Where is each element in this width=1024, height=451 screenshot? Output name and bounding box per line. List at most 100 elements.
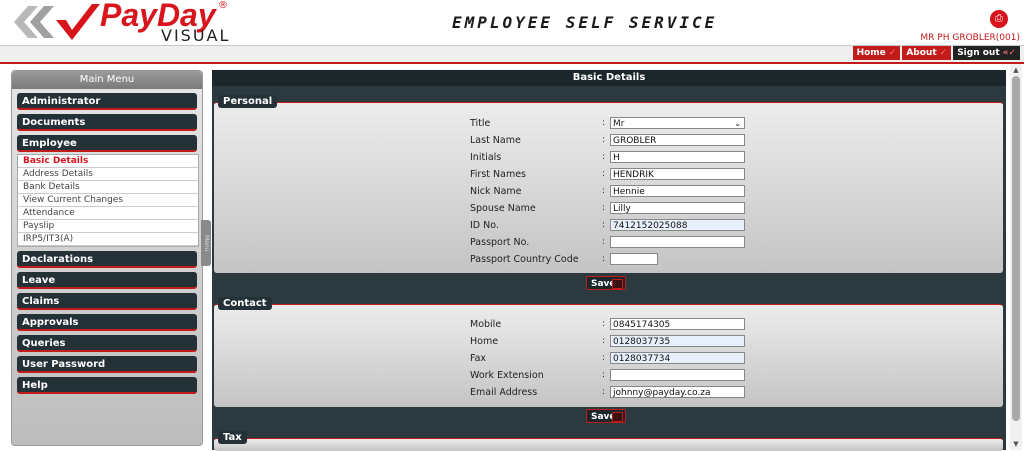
field-colon: : (602, 387, 606, 397)
submenu-item-attendance[interactable]: Attendance (18, 207, 198, 220)
printer-icon[interactable]: ⎙ (990, 10, 1008, 28)
field-spouse-name: Spouse Name: Lilly (470, 201, 745, 215)
spouse-name-input[interactable]: Lilly (610, 202, 745, 214)
sidebar-item-documents[interactable]: Documents (17, 114, 197, 131)
field-work-extension: Work Extension: (470, 368, 745, 382)
submenu-item-payslip[interactable]: Payslip (18, 220, 198, 233)
check-icon: ✓ (939, 48, 948, 58)
sidebar-item-employee[interactable]: Employee (17, 135, 197, 152)
home-button[interactable]: Home ✓ (852, 46, 901, 60)
about-button[interactable]: About ✓ (902, 46, 952, 60)
field-label: Passport No. (470, 236, 530, 248)
main-content: Basic Details Personal Title: Mr ⌄ Last N… (212, 70, 1006, 451)
submenu-item-basic-details[interactable]: Basic Details (18, 155, 198, 168)
passport-no-input[interactable] (610, 236, 745, 248)
employee-submenu: Basic Details Address Details Bank Detai… (17, 154, 199, 247)
field-mobile: Mobile: 0845174305 (470, 317, 745, 331)
sidebar-item-queries[interactable]: Queries (17, 335, 197, 352)
sidebar-item-declarations[interactable]: Declarations (17, 251, 197, 268)
tax-legend: Tax (218, 431, 247, 444)
field-label: Passport Country Code (470, 253, 579, 265)
scroll-up-icon[interactable]: ▲ (1012, 66, 1020, 74)
top-nav: Home ✓ About ✓ Sign out «✓ (852, 46, 1020, 60)
field-label: Fax (470, 352, 487, 364)
field-label: Spouse Name (470, 202, 536, 214)
menu-collapse-tab[interactable]: Menu (201, 220, 211, 266)
id-no-input[interactable]: 7412152025088 (610, 219, 745, 231)
sidebar-item-claims[interactable]: Claims (17, 293, 197, 310)
sidebar-item-approvals[interactable]: Approvals (17, 314, 197, 331)
about-label: About (906, 48, 937, 58)
field-colon: : (602, 186, 606, 196)
sidebar-item-user-password[interactable]: User Password (17, 356, 197, 373)
field-initials: Initials: H (470, 150, 745, 164)
title-select-value: Mr (613, 119, 625, 129)
field-colon: : (602, 254, 606, 264)
initials-input[interactable]: H (610, 151, 745, 163)
logo-subtitle: VISUAL (161, 26, 231, 45)
field-label: Mobile (470, 318, 502, 330)
work-extension-input[interactable] (610, 369, 745, 381)
app-title: EMPLOYEE SELF SERVICE (452, 13, 718, 32)
submenu-item-bank-details[interactable]: Bank Details (18, 181, 198, 194)
field-colon: : (602, 336, 606, 346)
field-label: Title (470, 117, 491, 129)
submenu-item-address-details[interactable]: Address Details (18, 168, 198, 181)
field-colon: : (602, 135, 606, 145)
save-icon (612, 412, 623, 422)
save-contact-button[interactable]: Save (586, 409, 626, 423)
sidebar-item-administrator[interactable]: Administrator (17, 93, 197, 110)
field-label: First Names (470, 168, 526, 180)
nick-name-input[interactable]: Hennie (610, 185, 745, 197)
field-label: ID No. (470, 219, 499, 231)
first-names-input[interactable]: HENDRIK (610, 168, 745, 180)
save-personal-button[interactable]: Save (586, 276, 626, 290)
sidebar-item-help[interactable]: Help (17, 377, 197, 394)
field-colon: : (602, 370, 606, 380)
field-colon: : (602, 203, 606, 213)
sidebar-title: Main Menu (12, 71, 202, 89)
field-colon: : (602, 220, 606, 230)
last-name-input[interactable]: GROBLER (610, 134, 745, 146)
sign-out-button[interactable]: Sign out «✓ (953, 46, 1020, 60)
home-phone-input[interactable]: 0128037735 (610, 335, 745, 347)
field-colon: : (602, 169, 606, 179)
save-icon (612, 279, 623, 289)
logo-registered-mark: ® (218, 0, 228, 11)
home-label: Home (856, 48, 886, 58)
logo-chevrons-icon (14, 4, 100, 40)
scrollbar-thumb[interactable] (1012, 76, 1020, 421)
tax-section: Tax (214, 431, 1003, 451)
page-scrollbar[interactable]: ▲ ▼ (1010, 64, 1022, 450)
chevron-down-icon: ⌄ (734, 119, 741, 128)
title-select[interactable]: Mr ⌄ (610, 117, 745, 129)
field-passport-no: Passport No.: (470, 235, 745, 249)
field-email-address: Email Address: johnny@payday.co.za (470, 385, 745, 399)
header: PayDay ® VISUAL EMPLOYEE SELF SERVICE ⎙ … (0, 0, 1024, 45)
page-title: Basic Details (212, 70, 1006, 86)
field-label: Nick Name (470, 185, 522, 197)
field-title: Title: Mr ⌄ (470, 116, 745, 130)
submenu-item-view-current-changes[interactable]: View Current Changes (18, 194, 198, 207)
mobile-input[interactable]: 0845174305 (610, 318, 745, 330)
field-label: Home (470, 335, 499, 347)
passport-country-code-input[interactable] (610, 253, 658, 265)
user-name: MR PH GROBLER(001) (920, 33, 1020, 43)
personal-legend: Personal (218, 95, 278, 108)
field-id-no: ID No.: 7412152025088 (470, 218, 745, 232)
email-input[interactable]: johnny@payday.co.za (610, 386, 745, 398)
field-home: Home: 0128037735 (470, 334, 745, 348)
contact-section: Contact Mobile: 0845174305 Home: 0128037… (214, 297, 1003, 407)
field-colon: : (602, 118, 606, 128)
field-label: Initials (470, 151, 502, 163)
field-label: Last Name (470, 134, 521, 146)
field-colon: : (602, 152, 606, 162)
field-nick-name: Nick Name: Hennie (470, 184, 745, 198)
field-last-name: Last Name: GROBLER (470, 133, 745, 147)
scroll-down-icon[interactable]: ▼ (1012, 440, 1020, 448)
submenu-item-irp5[interactable]: IRP5/IT3(A) (18, 233, 198, 246)
payday-logo[interactable]: PayDay ® VISUAL (6, 0, 236, 45)
fax-input[interactable]: 0128037734 (610, 352, 745, 364)
field-fax: Fax: 0128037734 (470, 351, 745, 365)
sidebar-item-leave[interactable]: Leave (17, 272, 197, 289)
